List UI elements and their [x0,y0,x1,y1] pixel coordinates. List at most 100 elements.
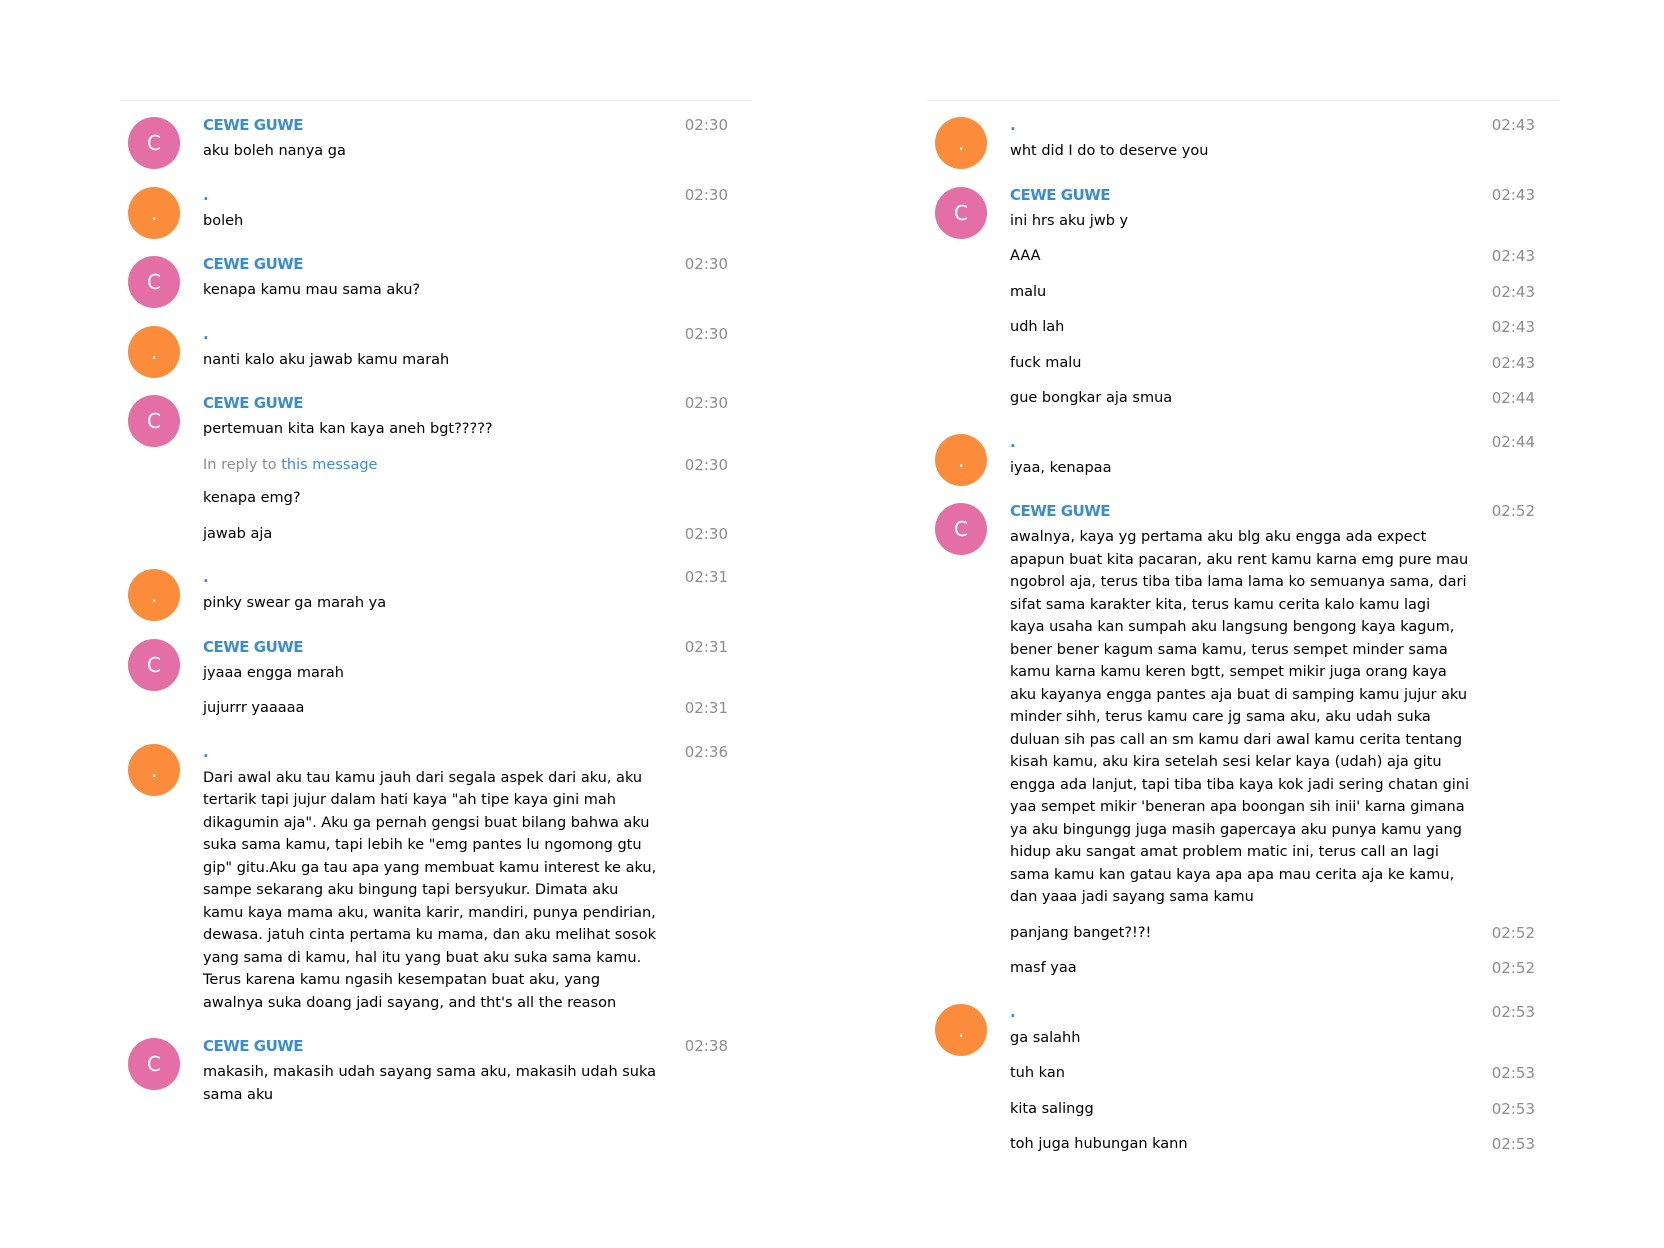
message-time: 02:43 [1491,116,1535,134]
reply-header: In reply to this message [203,454,662,477]
message-time: 02:44 [1491,432,1535,451]
message: Dari awal aku tau kamu jauh dari segala … [203,767,752,1015]
message: aku boleh nanya ga [203,140,752,163]
message-text: wht did I do to deserve you [1010,143,1209,159]
message-text: awalnya, kaya yg pertama aku blg aku eng… [1010,529,1470,905]
avatar[interactable]: . [128,325,180,378]
divider [120,100,752,101]
message-text: ga salahh [1010,1029,1081,1046]
avatar[interactable]: . [128,186,180,239]
sender-name[interactable]: CEWE GUWE [1010,181,1559,210]
message: jawab aja 02:30 [203,523,752,546]
avatar[interactable]: . [128,743,180,796]
message: pinky swear ga marah ya [203,592,752,615]
sender-name[interactable]: CEWE GUWE [203,1032,752,1061]
reply-label: In reply to [203,456,277,473]
sender-name[interactable]: . [203,738,752,767]
message-group: . 02:36. Dari awal aku tau kamu jauh dari … [120,738,752,1015]
sender-name[interactable]: CEWE GUWE [203,250,752,279]
message-group: C 02:30 CEWE GUWE pertemuan kita kan kaya a… [120,389,752,545]
message-time: 02:43 [1491,185,1535,204]
avatar[interactable]: C [128,256,180,308]
avatar[interactable]: C [128,395,180,447]
message-group: C 02:43 CEWE GUWE ini hrs aku jwb y AAA 02:43… [927,181,1559,410]
avatar[interactable]: C [128,1038,180,1090]
sender-name[interactable]: CEWE GUWE [1010,497,1559,526]
message-text: masf yaa [1010,960,1077,976]
message-time: 02:30 [684,524,728,543]
message-group: . 02:53. ga salahh tuh kan 02:53 kita salingg… [927,998,1559,1156]
sender-name[interactable]: CEWE GUWE [203,633,752,662]
message: iyaa, kenapaa [1010,457,1559,480]
message: ini hrs aku jwb y [1010,210,1559,233]
message-text: fuck malu [1010,354,1082,371]
message-time: 02:31 [684,568,728,586]
message-text: jujurrr yaaaaa [203,700,305,716]
message-text: AAA [1010,248,1041,264]
avatar[interactable]: . [935,1003,987,1056]
message: tuh kan 02:53 [1010,1062,1559,1085]
message-time: 02:53 [1491,1135,1535,1153]
message-time: 02:30 [684,455,728,474]
message: udh lah 02:43 [1010,316,1559,339]
sender-name[interactable]: . [203,563,752,592]
message: nanti kalo aku jawab kamu marah [203,349,752,372]
message-time: 02:43 [1491,247,1535,265]
message: kenapa kamu mau sama aku? [203,279,752,302]
message-group: C 02:30 CEWE GUWE kenapa kamu mau sama aku? [120,250,752,308]
message-text: pertemuan kita kan kaya aneh bgt????? [203,421,493,437]
avatar[interactable]: . [935,117,987,169]
message-time: 02:30 [684,324,728,343]
message-time: 02:30 [684,185,728,204]
message: kita salingg 02:53 [1010,1098,1559,1121]
message: gue bongkar aja smua 02:44 [1010,387,1559,410]
message-time: 02:43 [1491,318,1535,336]
avatar[interactable]: . [128,569,180,621]
divider [927,100,1559,101]
message-text: ini hrs aku jwb y [1010,212,1129,229]
message-group: . 02:44. iyaa, kenapaa [927,428,1559,486]
avatar[interactable]: . [935,433,987,486]
message-text: toh juga hubungan kann [1010,1136,1188,1152]
message-text: jawab aja [203,525,273,542]
message-text: boleh [203,212,244,229]
message-time: 02:52 [1491,502,1535,520]
message-text: pinky swear ga marah ya [203,595,387,611]
message-time: 02:38 [684,1037,728,1055]
message-text: kita salingg [1010,1100,1094,1117]
avatar[interactable]: C [935,186,987,239]
sender-name[interactable]: . [203,181,752,210]
chat-column-left: C 02:30 CEWE GUWE aku boleh nanya ga. 02:30.… [120,100,752,1124]
message-time: 02:52 [1491,959,1535,977]
message-text: iyaa, kenapaa [1010,459,1112,476]
message: masf yaa 02:52 [1010,957,1559,980]
message-time: 02:43 [1491,353,1535,372]
sender-name[interactable]: CEWE GUWE [203,389,752,418]
message-group: . 02:43. wht did I do to deserve you [927,111,1559,169]
sender-name[interactable]: . [1010,998,1559,1027]
sender-name[interactable]: . [203,320,752,349]
sender-name[interactable]: . [1010,428,1559,457]
message-time: 02:36 [684,742,728,761]
message-group: C 02:52 CEWE GUWE awalnya, kaya yg pertama … [927,497,1559,980]
message-text: aku boleh nanya ga [203,143,346,159]
avatar[interactable]: C [128,117,180,169]
message: malu 02:43 [1010,281,1559,304]
sender-name[interactable]: CEWE GUWE [203,111,752,140]
message-text: panjang banget?!?! [1010,924,1152,941]
sender-name[interactable]: . [1010,111,1559,140]
message-time: 02:44 [1491,389,1535,407]
message: wht did I do to deserve you [1010,140,1559,163]
message-group: . 02:31. pinky swear ga marah ya [120,563,752,621]
message-time: 02:43 [1491,282,1535,301]
avatar[interactable]: C [128,638,180,691]
message-text: kenapa emg? [203,490,301,506]
message: toh juga hubungan kann 02:53 [1010,1133,1559,1156]
message-group: C 02:31 CEWE GUWE jyaaa engga marah jujurrr … [120,633,752,720]
reply-link[interactable]: this message [281,457,377,473]
message: boleh [203,210,752,233]
message: panjang banget?!?! 02:52 [1010,922,1559,945]
message: awalnya, kaya yg pertama aku blg aku eng… [1010,526,1559,909]
message-text: gue bongkar aja smua [1010,390,1173,406]
avatar[interactable]: C [935,503,987,555]
